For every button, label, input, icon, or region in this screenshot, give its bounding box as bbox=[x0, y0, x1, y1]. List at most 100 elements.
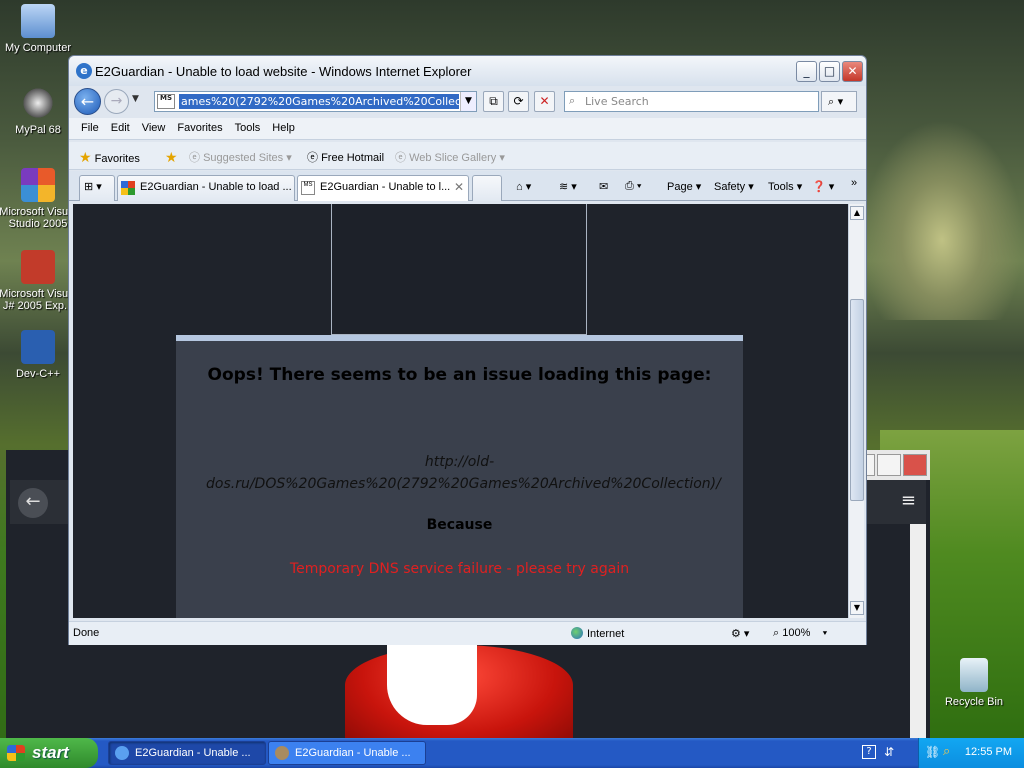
desktop-icon-visual-studio[interactable]: Microsoft Visual Studio 2005 bbox=[0, 168, 78, 230]
because-label: Because bbox=[426, 517, 493, 533]
safety-menu[interactable]: Safety ▾ bbox=[714, 180, 754, 193]
close-tab-icon[interactable]: ✕ bbox=[454, 176, 464, 198]
menu-tools[interactable]: Tools bbox=[229, 118, 267, 139]
add-to-favorites-icon[interactable]: ★ bbox=[165, 149, 178, 166]
tab-e2guardian-1[interactable]: E2Guardian - Unable to load ... bbox=[117, 175, 295, 201]
minimize-button[interactable]: _ bbox=[796, 61, 817, 82]
search-input[interactable]: ⌕ Live Search bbox=[564, 91, 819, 112]
show-hidden-icons-icon[interactable]: ⇵ bbox=[884, 745, 894, 759]
tab-label: E2Guardian - Unable to load ... bbox=[140, 181, 292, 193]
feeds-icon[interactable]: ≋ ▾ bbox=[559, 180, 577, 193]
network-icon[interactable]: ⛓ bbox=[925, 745, 940, 759]
desktop-icon-recycle-bin[interactable]: Recycle Bin bbox=[934, 658, 1014, 708]
dev-cpp-icon bbox=[21, 330, 55, 364]
refresh-icon[interactable]: ⟳ bbox=[508, 91, 529, 112]
visual-studio-icon bbox=[21, 168, 55, 202]
zoom-control[interactable]: ⌕ 100% ▾ bbox=[773, 627, 827, 640]
zoom-label: 100% bbox=[782, 627, 811, 639]
scroll-up-arrow[interactable]: ▲ bbox=[850, 206, 864, 220]
hamburger-menu-icon[interactable]: ≡ bbox=[901, 490, 916, 511]
ms-favicon: MS bbox=[301, 181, 315, 195]
scroll-down-arrow[interactable]: ▼ bbox=[850, 601, 864, 615]
system-tray: ⛓ ⌕ 12:55 PM bbox=[918, 738, 1024, 768]
suggested-sites-link[interactable]: ⓔ Suggested Sites ▾ bbox=[189, 149, 292, 165]
maximize-button[interactable] bbox=[877, 454, 901, 476]
read-mail-icon[interactable]: ✉ bbox=[599, 180, 608, 193]
menu-edit[interactable]: Edit bbox=[105, 118, 136, 139]
desktop-icon-label: Dev-C++ bbox=[15, 368, 61, 380]
zone-label: Internet bbox=[587, 628, 625, 640]
stop-icon[interactable]: ✕ bbox=[534, 91, 555, 112]
safety-label: Safety bbox=[714, 181, 746, 193]
forward-button[interactable]: → bbox=[104, 89, 129, 114]
taskbar-item-label: E2Guardian - Unable ... bbox=[295, 747, 411, 759]
scroll-thumb[interactable] bbox=[850, 299, 864, 501]
desktop-icon-label: Microsoft Visual J# 2005 Exp... bbox=[0, 288, 77, 312]
home-icon[interactable]: ⌂ ▾ bbox=[516, 180, 531, 193]
clock[interactable]: 12:55 PM bbox=[965, 746, 1012, 758]
menu-help[interactable]: Help bbox=[266, 118, 301, 139]
new-tab-button[interactable] bbox=[472, 175, 502, 201]
title-bar[interactable]: e E2Guardian - Unable to load website - … bbox=[69, 56, 866, 86]
menu-favorites[interactable]: Favorites bbox=[171, 118, 228, 139]
help-icon[interactable]: ? bbox=[862, 745, 876, 759]
free-hotmail-link[interactable]: ⓔ Free Hotmail bbox=[307, 149, 384, 165]
desktop-icon-visual-jsharp[interactable]: Microsoft Visual J# 2005 Exp... bbox=[0, 250, 78, 312]
window-title: E2Guardian - Unable to load website - Wi… bbox=[95, 64, 472, 79]
desktop-icon-label: MyPal 68 bbox=[15, 124, 61, 136]
ie-window[interactable]: e E2Guardian - Unable to load website - … bbox=[68, 55, 867, 645]
globe-icon bbox=[571, 627, 583, 639]
favorites-button[interactable]: ★ Favorites bbox=[79, 149, 140, 166]
quick-tabs-icon[interactable]: ⊞ ▾ bbox=[79, 175, 115, 201]
back-arrow-icon[interactable]: ← bbox=[18, 488, 48, 518]
blocked-image-frame bbox=[331, 204, 587, 335]
star-icon: ★ bbox=[79, 149, 92, 165]
scrollbar[interactable] bbox=[910, 524, 926, 750]
desktop-icon-label: My Computer bbox=[4, 42, 72, 54]
security-zone[interactable]: Internet bbox=[571, 627, 624, 640]
status-text: Done bbox=[73, 627, 100, 639]
menu-view[interactable]: View bbox=[136, 118, 172, 139]
compatibility-view-icon[interactable]: ⧉ bbox=[483, 91, 504, 112]
protected-mode-icon[interactable]: ⚙ ▾ bbox=[731, 627, 749, 640]
maximize-button[interactable]: □ bbox=[819, 61, 840, 82]
search-placeholder: Live Search bbox=[585, 95, 649, 108]
chevron-right-icon[interactable]: » bbox=[851, 177, 857, 189]
suggested-sites-label: Suggested Sites bbox=[203, 152, 284, 164]
web-slice-gallery-link[interactable]: ⓔ Web Slice Gallery ▾ bbox=[395, 149, 505, 165]
mypal-icon bbox=[275, 746, 289, 760]
vertical-scrollbar[interactable]: ▲ ▼ bbox=[848, 204, 864, 618]
wallpaper-glow bbox=[860, 120, 1024, 320]
tab-row: ⊞ ▾ E2Guardian - Unable to load ... MS E… bbox=[69, 171, 866, 201]
recent-pages-dropdown-icon[interactable]: ▼ bbox=[132, 94, 139, 104]
address-dropdown-icon[interactable]: ▼ bbox=[460, 92, 476, 111]
menu-file[interactable]: File bbox=[75, 118, 105, 139]
raccoon-icon bbox=[21, 86, 55, 120]
menu-bar: File Edit View Favorites Tools Help bbox=[69, 118, 866, 140]
address-bar[interactable]: MS ames%20(2792%20Games%20Archived%20Col… bbox=[154, 91, 477, 112]
back-button[interactable]: ← bbox=[74, 88, 101, 115]
search-tray-icon[interactable]: ⌕ bbox=[943, 744, 950, 759]
help-icon[interactable]: ❓ ▾ bbox=[812, 180, 834, 193]
close-button[interactable] bbox=[903, 454, 927, 476]
ie-icon bbox=[115, 746, 129, 760]
site-favicon: MS bbox=[157, 94, 175, 109]
desktop-icon-mypal[interactable]: MyPal 68 bbox=[0, 86, 78, 136]
page-menu[interactable]: Page ▾ bbox=[667, 180, 701, 193]
start-button[interactable]: start bbox=[0, 738, 98, 768]
favorites-label: Favorites bbox=[94, 153, 140, 165]
print-icon[interactable]: ⎙ ▾ bbox=[625, 180, 641, 193]
free-hotmail-label: Free Hotmail bbox=[321, 152, 385, 164]
tab-e2guardian-2[interactable]: MS E2Guardian - Unable to l... ✕ bbox=[297, 175, 469, 201]
desktop-icon-dev-cpp[interactable]: Dev-C++ bbox=[0, 330, 78, 380]
address-text[interactable]: ames%20(2792%20Games%20Archived%20Collec… bbox=[179, 94, 459, 109]
desktop-icon-my-computer[interactable]: My Computer bbox=[0, 4, 78, 54]
taskbar-item-ie[interactable]: E2Guardian - Unable ... bbox=[108, 741, 266, 765]
address-row: ← → ▼ MS ames%20(2792%20Games%20Archived… bbox=[69, 86, 866, 116]
close-button[interactable]: ✕ bbox=[842, 61, 863, 82]
tools-menu[interactable]: Tools ▾ bbox=[768, 180, 802, 193]
search-button[interactable]: ⌕ ▾ bbox=[821, 91, 857, 112]
taskbar-item-mypal[interactable]: E2Guardian - Unable ... bbox=[268, 741, 426, 765]
computer-icon bbox=[21, 4, 55, 38]
tools-label: Tools bbox=[768, 181, 794, 193]
